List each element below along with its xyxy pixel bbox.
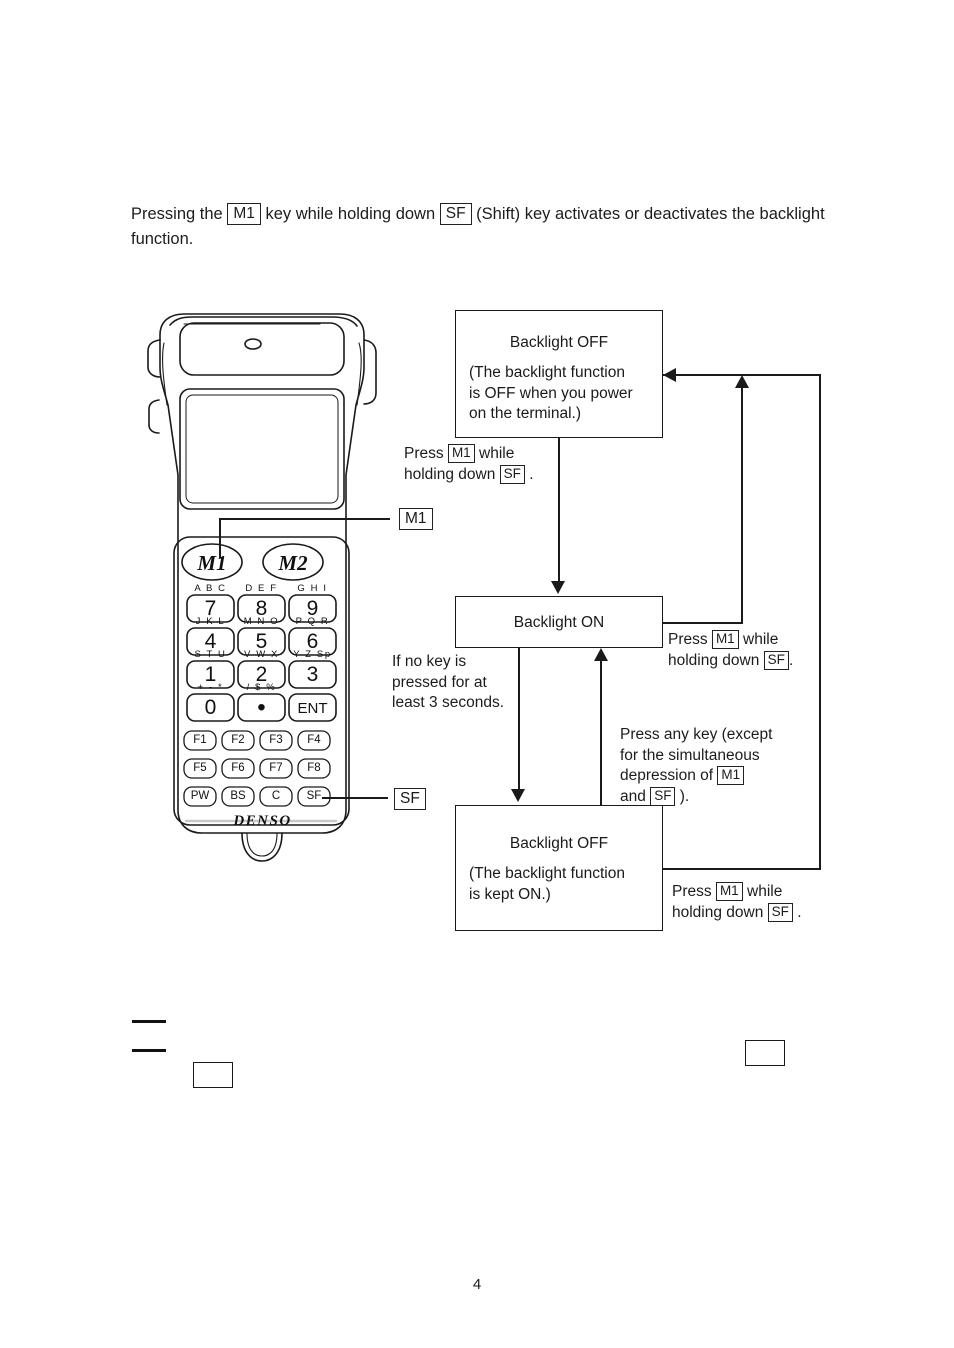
note-e-l1-pre: Press [672, 883, 712, 900]
artifact-empty-box-left [193, 1062, 233, 1088]
intro-text-part2: key while holding down [265, 205, 436, 223]
flow-box-1-line1: (The backlight function [469, 364, 625, 381]
connector-box2-up-riser [741, 388, 743, 623]
note-a-l2-pre: holding down [404, 465, 496, 483]
device-key-f7[interactable]: F7 [260, 762, 292, 774]
intro-key-m1: M1 [227, 203, 261, 225]
artifact-empty-box-right [745, 1040, 785, 1066]
device-key-1[interactable]: 1 [187, 663, 234, 687]
flow-box-backlight-off-kept: Backlight OFF (The backlight function is… [455, 805, 663, 931]
note-d-l2: for the simultaneous [620, 746, 760, 764]
note-press-m1-hold-sf-top: Press M1 while holding down SF . [404, 444, 574, 485]
note-a-l2-post: . [529, 465, 534, 483]
note-e-l2-pre: holding down [672, 903, 764, 921]
keylabel-ghi: G H I [297, 583, 328, 594]
flow-box-backlight-off-power: Backlight OFF (The backlight function is… [455, 310, 663, 438]
device-key-f5[interactable]: F5 [184, 762, 216, 774]
arrow-up-riser-head [735, 375, 749, 388]
note-d-key-m1: M1 [717, 766, 745, 785]
arrow-left-into-box1 [663, 368, 676, 382]
flow-box-1-line2: is OFF when you power [469, 384, 633, 402]
note-press-m1-hold-sf-middle: Press M1 while holding down SF. [668, 630, 848, 671]
device-key-period[interactable]: • [238, 694, 285, 722]
note-e-l1-post: while [747, 883, 783, 900]
connector-box2-right-stub [663, 622, 743, 624]
device-key-f6[interactable]: F6 [222, 762, 254, 774]
flow-box-2-title: Backlight ON [513, 614, 605, 631]
device-key-m1[interactable]: M1 [182, 551, 242, 576]
note-a-key-sf: SF [499, 464, 525, 484]
device-key-sf[interactable]: SF [298, 790, 330, 802]
note-c-key-m1: M1 [711, 630, 739, 649]
device-key-f3[interactable]: F3 [260, 734, 292, 746]
flow-box-3-line1: (The backlight function [469, 865, 625, 882]
note-d-l4-pre: and [620, 787, 646, 805]
arrow-down-into-box3 [511, 789, 525, 802]
intro-key-sf: SF [439, 203, 472, 225]
device-key-3[interactable]: 3 [289, 663, 336, 687]
note-e-key-m1: M1 [715, 882, 743, 901]
device-key-7[interactable]: 7 [187, 597, 234, 621]
device-key-bs[interactable]: BS [222, 790, 254, 802]
connector-box3-right-stub [663, 868, 821, 870]
artifact-rule-lower [132, 1049, 166, 1053]
device-key-f8[interactable]: F8 [298, 762, 330, 774]
note-b-l2: pressed for at [392, 673, 487, 691]
device-key-8[interactable]: 8 [238, 597, 285, 621]
note-c-l2-post: . [788, 651, 794, 669]
device-key-c[interactable]: C [260, 790, 292, 802]
intro-paragraph: Pressing the M1 key while holding down S… [131, 202, 831, 252]
device-key-5[interactable]: 5 [238, 630, 285, 654]
flow-box-1-line3: on the terminal.) [469, 405, 581, 422]
keylabel-def: D E F [245, 583, 278, 594]
callout-label-m1: M1 [399, 508, 433, 530]
device-key-4[interactable]: 4 [187, 630, 234, 654]
terminal-illustration: M1 M2 A B C D E F G H I J K L M N O P Q … [140, 305, 385, 865]
flow-box-3-title: Backlight OFF [509, 835, 609, 852]
connector-box3-to-box2-up [600, 661, 602, 805]
device-key-9[interactable]: 9 [289, 597, 336, 621]
device-key-0[interactable]: 0 [187, 696, 234, 720]
note-timeout-three-seconds: If no key is pressed for at least 3 seco… [392, 652, 522, 714]
note-d-l1: Press any key (except [620, 726, 773, 743]
connector-outer-right-riser [819, 374, 821, 869]
connector-top-into-box1 [663, 374, 821, 376]
note-press-m1-hold-sf-bottom: Press M1 while holding down SF . [672, 882, 862, 923]
device-key-f2[interactable]: F2 [222, 734, 254, 746]
intro-text-part1: Pressing the [131, 205, 223, 223]
note-a-l1-pre: Press [404, 445, 444, 462]
device-key-f4[interactable]: F4 [298, 734, 330, 746]
device-key-2[interactable]: 2 [238, 663, 285, 687]
note-c-l2-pre: holding down [668, 651, 760, 669]
device-key-pw[interactable]: PW [184, 790, 216, 802]
arrow-down-into-box2 [551, 581, 565, 594]
note-press-any-key: Press any key (except for the simultaneo… [620, 725, 810, 807]
artifact-rule-upper [132, 1020, 166, 1024]
note-c-l1-post: while [743, 631, 779, 648]
page-number: 4 [472, 1276, 482, 1293]
note-d-l4-post: ). [679, 787, 690, 805]
note-b-l3: least 3 seconds. [392, 694, 505, 711]
note-d-l3-pre: depression of [620, 767, 714, 784]
device-key-m2[interactable]: M2 [263, 551, 323, 576]
device-key-ent[interactable]: ENT [289, 700, 336, 717]
note-b-l1: If no key is [392, 653, 467, 670]
keylabel-abc: A B C [194, 583, 227, 594]
note-c-key-sf: SF [763, 650, 789, 670]
note-c-l1-pre: Press [668, 631, 708, 648]
device-key-6[interactable]: 6 [289, 630, 336, 654]
note-a-l1-post: while [479, 445, 515, 462]
note-e-key-sf: SF [767, 902, 793, 922]
note-e-l2-post: . [797, 903, 802, 921]
arrow-up-into-box2 [594, 648, 608, 661]
callout-label-sf: SF [394, 788, 426, 810]
note-a-key-m1: M1 [447, 444, 475, 463]
denso-brand-logo: DENSO [233, 813, 292, 829]
flow-box-1-title: Backlight OFF [509, 334, 609, 351]
flow-box-backlight-on: Backlight ON [455, 596, 663, 648]
note-d-key-sf: SF [650, 786, 676, 806]
flow-box-3-line2: is kept ON.) [469, 885, 551, 903]
device-key-f1[interactable]: F1 [184, 734, 216, 746]
